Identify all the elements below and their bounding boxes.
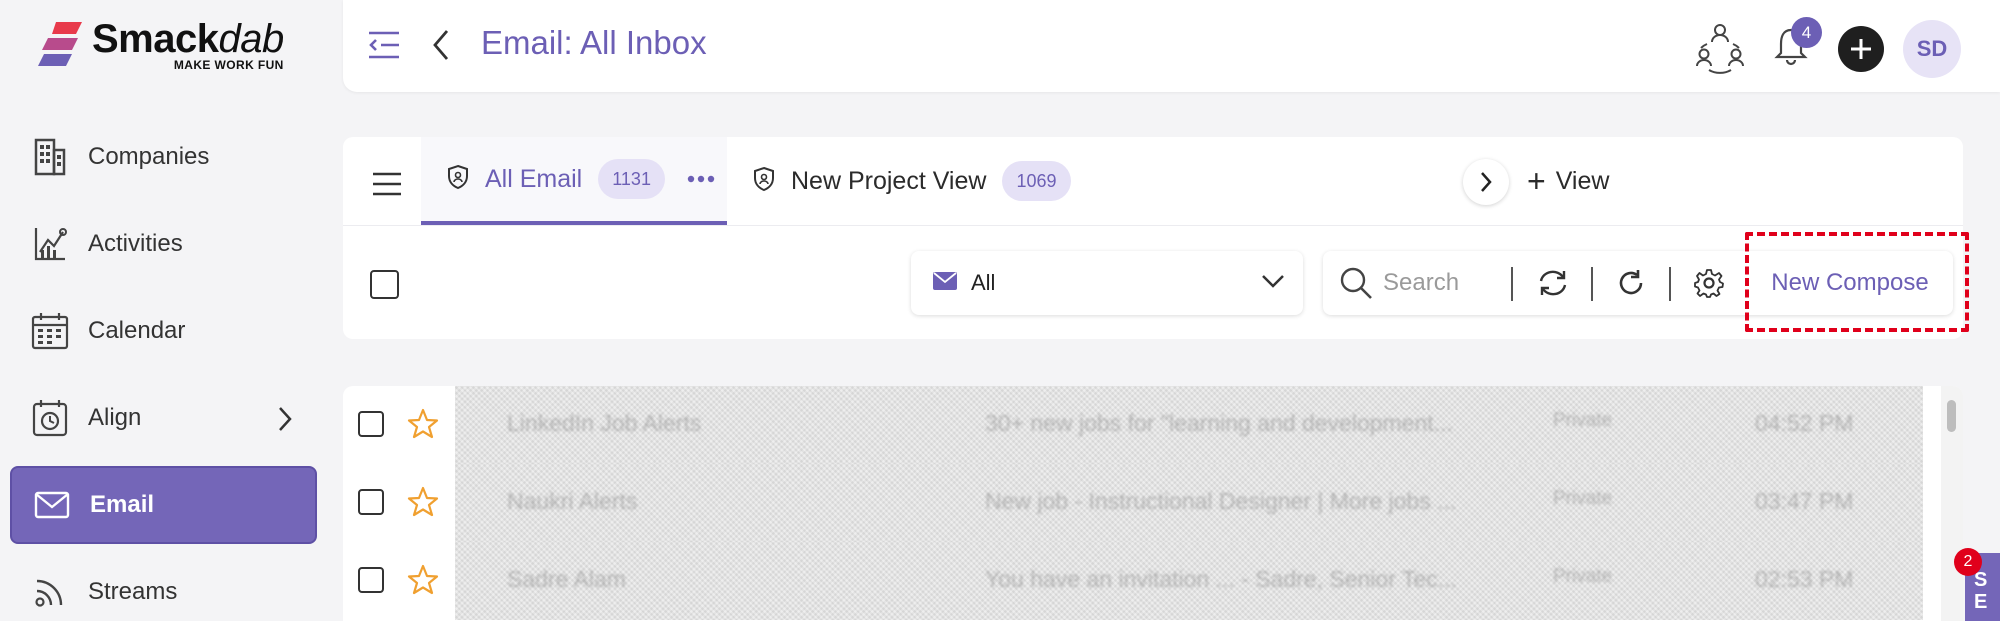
new-compose-button[interactable]: New Compose <box>1747 251 1953 315</box>
sidebar-item-align[interactable]: Align <box>10 379 317 457</box>
widget-count-badge: 2 <box>1954 548 1982 576</box>
refresh-icon[interactable] <box>1613 265 1649 301</box>
mail-filter-select[interactable]: All <box>911 251 1303 315</box>
shield-lock-icon <box>753 166 775 197</box>
filter-value: All <box>971 270 996 295</box>
mail-icon <box>32 485 72 525</box>
email-time: 02:53 PM <box>1755 566 1854 592</box>
top-header: Email: All Inbox 4 SD <box>343 0 2000 92</box>
sidebar-item-label: Align <box>88 404 142 431</box>
team-network-icon[interactable] <box>1695 22 1745 79</box>
sidebar-collapse-icon[interactable] <box>367 28 401 67</box>
chevron-right-icon <box>1481 172 1492 192</box>
divider <box>1511 267 1513 301</box>
count-badge: 1131 <box>598 159 665 199</box>
add-view-button[interactable]: + View <box>1527 161 1609 201</box>
list-scrollbar[interactable] <box>1941 386 1963 621</box>
row-checkbox[interactable] <box>358 411 384 437</box>
tab-new-project-view[interactable]: New Project View 1069 <box>727 137 1107 225</box>
email-row-content-blurred[interactable]: Naukri Alerts New job - Instructional De… <box>455 464 1923 542</box>
star-icon[interactable] <box>407 564 439 601</box>
sidebar-nav: Companies Activities Calendar Align Emai… <box>10 118 317 621</box>
activities-chart-icon <box>30 224 70 264</box>
star-icon[interactable] <box>407 408 439 445</box>
sidebar-item-calendar[interactable]: Calendar <box>10 292 317 370</box>
star-icon[interactable] <box>407 486 439 523</box>
email-list: LinkedIn Job Alerts 30+ new jobs for "le… <box>343 386 1963 621</box>
sidebar-item-label: Activities <box>88 230 183 257</box>
divider <box>1669 267 1671 301</box>
email-time: 04:52 PM <box>1755 410 1854 436</box>
email-sender: Sadre Alam <box>507 566 626 592</box>
privacy-label: Private <box>1553 566 1613 587</box>
gear-icon[interactable] <box>1691 265 1727 301</box>
mail-filled-icon <box>933 271 957 295</box>
shield-lock-icon <box>447 164 469 195</box>
back-arrow-icon[interactable] <box>431 28 451 67</box>
sync-icon[interactable] <box>1535 265 1571 301</box>
views-next-button[interactable] <box>1463 159 1509 205</box>
plus-icon: + <box>1527 163 1546 199</box>
email-time: 03:47 PM <box>1755 488 1854 514</box>
chevron-down-icon <box>1261 273 1285 294</box>
sidebar-item-streams[interactable]: Streams <box>10 553 317 621</box>
email-sender: Naukri Alerts <box>507 488 638 514</box>
tab-all-email[interactable]: All Email 1131 <box>421 137 727 225</box>
email-tools: New Compose <box>1323 251 1953 315</box>
privacy-label: Private <box>1553 488 1613 509</box>
rss-icon <box>30 572 70 612</box>
align-clock-icon <box>30 398 70 438</box>
tab-label: New Project View <box>791 166 987 195</box>
building-icon <box>30 137 70 177</box>
search-icon <box>1339 266 1373 305</box>
sidebar-item-companies[interactable]: Companies <box>10 118 317 196</box>
user-avatar[interactable]: SD <box>1903 20 1961 78</box>
more-options-icon[interactable] <box>687 170 715 188</box>
chevron-right-icon[interactable] <box>277 406 293 437</box>
page-title: Email: All Inbox <box>481 24 707 61</box>
sidebar-item-label: Calendar <box>88 317 186 344</box>
email-row[interactable]: LinkedIn Job Alerts 30+ new jobs for "le… <box>343 386 1923 464</box>
divider <box>343 225 1963 226</box>
row-checkbox[interactable] <box>358 489 384 515</box>
row-checkbox[interactable] <box>358 567 384 593</box>
sidebar-item-label: Email <box>90 491 155 518</box>
email-row[interactable]: Sadre Alam You have an invitation ... - … <box>343 542 1923 620</box>
sidebar-item-label: Companies <box>88 143 210 170</box>
sidebar-item-activities[interactable]: Activities <box>10 205 317 283</box>
smackdab-logo-icon <box>38 22 82 66</box>
scrollbar-thumb[interactable] <box>1947 400 1956 432</box>
sidebar: Smackdab MAKE WORK FUN Companies Activit… <box>0 0 340 621</box>
logo-name: Smackdab <box>92 17 284 61</box>
search-input[interactable] <box>1383 263 1503 303</box>
email-row-content-blurred[interactable]: LinkedIn Job Alerts 30+ new jobs for "le… <box>455 386 1923 464</box>
email-row[interactable]: Naukri Alerts New job - Instructional De… <box>343 464 1923 542</box>
tab-label: All Email <box>485 164 583 193</box>
privacy-label: Private <box>1553 410 1613 431</box>
sidebar-item-email[interactable]: Email <box>10 466 317 544</box>
calendar-icon <box>30 311 70 351</box>
email-row-content-blurred[interactable]: Sadre Alam You have an invitation ... - … <box>455 542 1923 620</box>
views-toolbar-card: All Email 1131 New Project View 1069 + V… <box>343 137 1963 339</box>
add-icon[interactable] <box>1838 26 1884 72</box>
notification-count-badge: 4 <box>1791 17 1822 48</box>
hamburger-menu-icon[interactable] <box>371 171 403 202</box>
email-subject: You have an invitation ... - Sadre, Seni… <box>985 566 1457 592</box>
app-logo[interactable]: Smackdab MAKE WORK FUN <box>38 18 284 72</box>
sidebar-item-label: Streams <box>88 578 178 605</box>
add-view-label: View <box>1555 166 1610 195</box>
email-subject: 30+ new jobs for "learning and developme… <box>985 410 1453 436</box>
email-sender: LinkedIn Job Alerts <box>507 410 702 436</box>
divider <box>1591 267 1593 301</box>
select-all-checkbox[interactable] <box>370 270 399 299</box>
count-badge: 1069 <box>1002 161 1071 201</box>
email-subject: New job - Instructional Designer | More … <box>985 488 1457 514</box>
